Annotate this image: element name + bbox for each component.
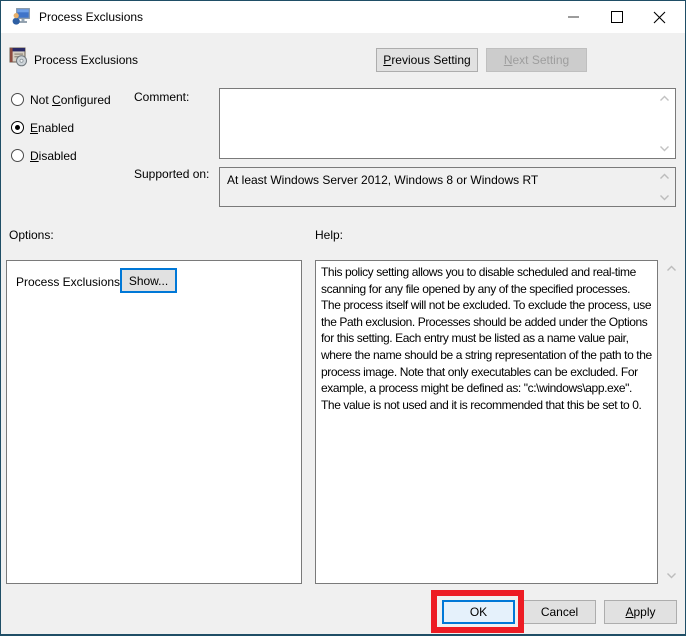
policy-setting-icon (9, 46, 28, 67)
options-panel: Process Exclusions Show... (6, 260, 302, 584)
titlebar: Process Exclusions (1, 1, 685, 33)
policy-setting-dialog: Process Exclusions Process Exclusions Pr… (0, 0, 686, 636)
radio-label: Not Configured (30, 93, 111, 107)
setting-name: Process Exclusions (34, 53, 138, 67)
options-label: Options: (9, 228, 54, 242)
radio-icon (11, 149, 24, 162)
supported-on-value: At least Windows Server 2012, Windows 8 … (227, 173, 538, 187)
chevron-up-icon[interactable] (659, 95, 670, 102)
previous-setting-button[interactable]: Previous Setting (376, 48, 478, 72)
help-scrollbar[interactable] (662, 260, 682, 584)
comment-label: Comment: (134, 90, 189, 104)
supported-on-label: Supported on: (134, 167, 209, 181)
cancel-button[interactable]: Cancel (523, 600, 596, 624)
chevron-up-icon[interactable] (666, 265, 677, 272)
maximize-button[interactable] (595, 1, 638, 33)
close-icon (653, 11, 666, 24)
help-label: Help: (315, 228, 343, 242)
chevron-down-icon[interactable] (659, 145, 670, 152)
next-setting-button[interactable]: Next Setting (486, 48, 587, 72)
group-policy-app-icon (11, 7, 31, 27)
radio-not-configured[interactable]: Not Configured (11, 92, 111, 107)
close-button[interactable] (638, 1, 681, 33)
options-setting-label: Process Exclusions (16, 275, 120, 289)
radio-label: Disabled (30, 149, 77, 163)
comment-input[interactable] (219, 88, 676, 159)
minimize-icon (568, 16, 579, 18)
window-title: Process Exclusions (39, 10, 143, 24)
radio-disabled[interactable]: Disabled (11, 148, 77, 163)
minimize-button[interactable] (552, 1, 595, 33)
help-text-box: This policy setting allows you to disabl… (315, 260, 658, 584)
help-text: This policy setting allows you to disabl… (321, 265, 652, 412)
apply-button[interactable]: Apply (604, 600, 677, 624)
maximize-icon (611, 11, 623, 23)
supported-on-box: At least Windows Server 2012, Windows 8 … (219, 167, 676, 207)
chevron-down-icon[interactable] (659, 194, 670, 201)
radio-icon (11, 93, 24, 106)
radio-enabled[interactable]: Enabled (11, 120, 74, 135)
show-button[interactable]: Show... (120, 268, 177, 293)
chevron-up-icon[interactable] (659, 173, 670, 180)
ok-button[interactable]: OK (442, 600, 515, 624)
radio-icon (11, 121, 24, 134)
radio-label: Enabled (30, 121, 74, 135)
chevron-down-icon[interactable] (666, 572, 677, 579)
